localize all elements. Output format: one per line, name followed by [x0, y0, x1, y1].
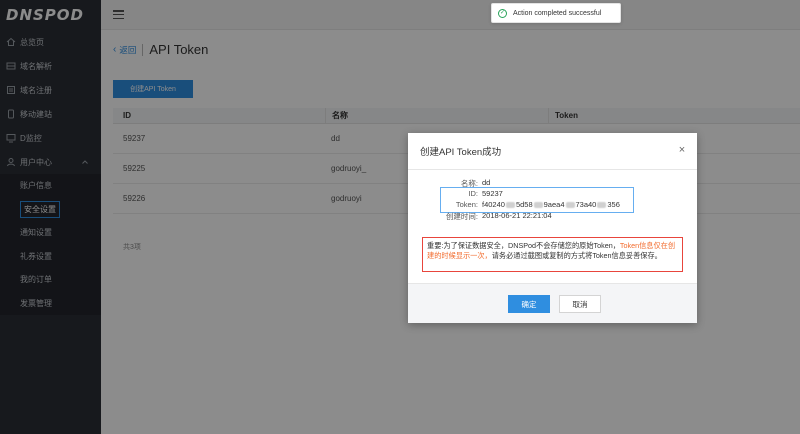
dialog-title: 创建API Token成功	[420, 147, 502, 158]
dialog-footer: 确定 取消	[408, 283, 697, 323]
token-created-dialog: 创建API Token成功 × 名称: dd ID: 59237 Token: …	[408, 133, 697, 323]
dialog-header: 创建API Token成功 ×	[408, 133, 697, 170]
check-circle-icon: ✓	[498, 8, 507, 18]
success-toast: ✓ Action completed successful	[491, 3, 621, 23]
redacted-mark	[597, 202, 607, 209]
token-created-row: 创建时间: 2018-06-21 22:21:04	[445, 211, 552, 221]
important-notice: 重要:为了保证数据安全，DNSPod不会存储您的原始Token，Token信息仅…	[422, 237, 683, 272]
confirm-button[interactable]: 确定	[508, 295, 550, 313]
redacted-mark	[505, 202, 515, 209]
redacted-mark	[533, 202, 543, 209]
toast-message: Action completed successful	[513, 9, 602, 17]
token-value-row: Token: f40240 5d58 9aea4 73a40 356	[455, 200, 620, 209]
redacted-mark	[565, 202, 575, 209]
close-icon[interactable]: ×	[677, 145, 687, 156]
token-name-row: 名称: dd	[460, 178, 491, 188]
cancel-button[interactable]: 取消	[559, 295, 601, 313]
token-id-row: ID: 59237	[468, 189, 503, 198]
token-value[interactable]: f40240 5d58 9aea4 73a40 356	[482, 200, 620, 209]
